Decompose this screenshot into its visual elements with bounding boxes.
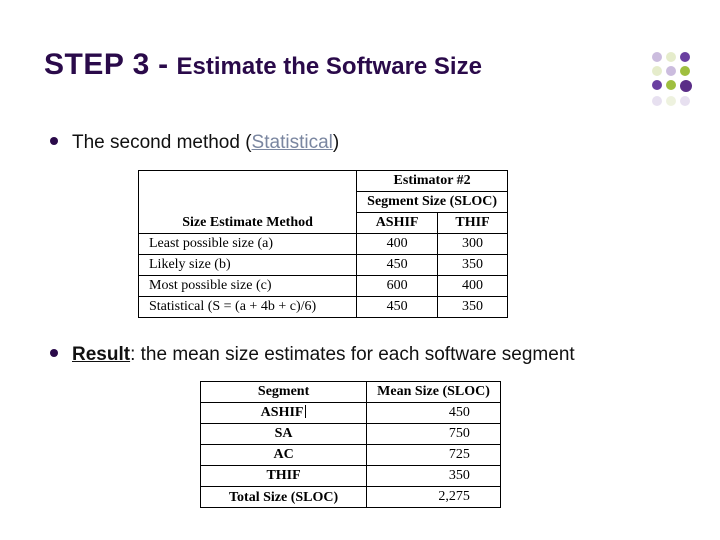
th-segment: Segment	[201, 382, 367, 403]
decorative-dots	[652, 52, 692, 106]
bullet-1: The second method (Statistical)	[50, 130, 670, 156]
keyword-statistical: Statistical	[252, 132, 333, 153]
text-cursor	[305, 405, 306, 418]
title-rest: Estimate the Software Size	[177, 53, 482, 80]
table-row: ASHIF 450	[201, 403, 501, 424]
bullet-icon	[50, 349, 58, 357]
bullet-2: Result: the mean size estimates for each…	[50, 342, 670, 368]
table-row: SA 750	[201, 424, 501, 445]
estimator-table: Size Estimate Method Estimator #2 Segmen…	[138, 170, 508, 318]
th-segment-size: Segment Size (SLOC)	[357, 191, 508, 212]
slide-content: The second method (Statistical) Size Est…	[50, 130, 670, 508]
table-row: Total Size (SLOC) 2,275	[201, 487, 501, 508]
th-ashif: ASHIF	[357, 212, 438, 233]
th-method: Size Estimate Method	[139, 170, 357, 233]
table-row: Most possible size (c) 600 400	[139, 275, 508, 296]
th-thif: THIF	[438, 212, 508, 233]
table-row: THIF 350	[201, 466, 501, 487]
bullet-1-text: The second method (Statistical)	[72, 130, 339, 156]
th-estimator: Estimator #2	[357, 170, 508, 191]
bullet-icon	[50, 137, 58, 145]
table-row: AC 725	[201, 445, 501, 466]
bullet-2-text: Result: the mean size estimates for each…	[72, 342, 575, 368]
table-row: Statistical (S = (a + 4b + c)/6) 450 350	[139, 296, 508, 317]
keyword-result: Result	[72, 344, 130, 365]
mean-size-table: Segment Mean Size (SLOC) ASHIF 450 SA 75…	[200, 381, 501, 508]
title-step: STEP 3	[44, 48, 150, 81]
th-mean-size: Mean Size (SLOC)	[367, 382, 501, 403]
title-sep: -	[150, 48, 177, 81]
table-row: Least possible size (a) 400 300	[139, 233, 508, 254]
table-row: Likely size (b) 450 350	[139, 254, 508, 275]
slide-title: STEP 3 - Estimate the Software Size	[44, 48, 482, 82]
